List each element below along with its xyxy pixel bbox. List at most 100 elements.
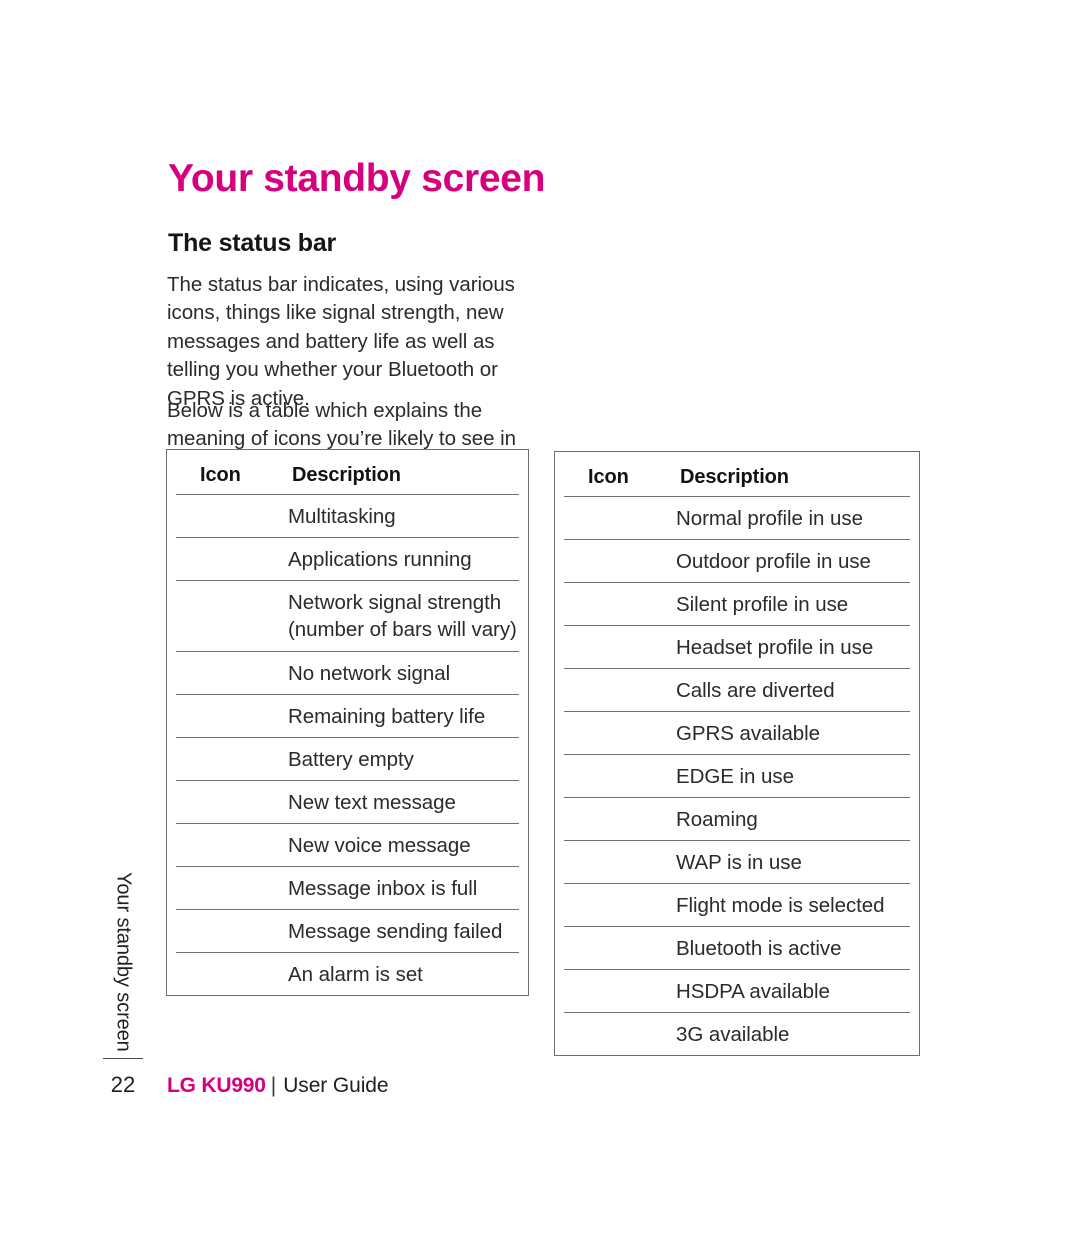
cell-description: Silent profile in use xyxy=(676,592,849,616)
hsdpa-icon xyxy=(564,970,676,1013)
page-number: 22 xyxy=(110,1072,136,1097)
table-row: Network signal strength (number of bars w… xyxy=(176,580,519,652)
table-row: Calls are diverted xyxy=(564,668,910,712)
multitasking-icon xyxy=(176,495,288,538)
silent-profile-icon xyxy=(564,583,676,626)
table-row: Silent profile in use xyxy=(564,582,910,626)
outdoor-profile-icon xyxy=(564,540,676,583)
normal-profile-icon xyxy=(564,497,676,540)
wap-icon xyxy=(564,841,676,884)
description-line-2: (number of bars will vary) xyxy=(288,618,517,641)
battery-level-icon xyxy=(176,695,288,738)
gprs-icon xyxy=(564,712,676,755)
table-row: Applications running xyxy=(176,537,519,581)
new-voice-message-icon xyxy=(176,824,288,867)
column-header-icon: Icon xyxy=(200,463,241,486)
table: Icon Description Normal profile in use Ou… xyxy=(564,452,910,1055)
table-row: GPRS available xyxy=(564,711,910,755)
applications-running-icon xyxy=(176,538,288,581)
table-row: Headset profile in use xyxy=(564,625,910,669)
inbox-full-icon xyxy=(176,867,288,910)
manual-page: Your standby screen The status bar The s… xyxy=(0,0,1080,1260)
bluetooth-icon xyxy=(564,927,676,970)
cell-description: Battery empty xyxy=(288,747,414,771)
page-title: Your standby screen xyxy=(168,157,546,201)
message-failed-icon xyxy=(176,910,288,953)
cell-description: Message sending failed xyxy=(288,919,503,943)
headset-profile-icon xyxy=(564,626,676,669)
column-header-icon: Icon xyxy=(588,465,629,488)
table-row: Roaming xyxy=(564,797,910,841)
footer-brand: LG KU990 xyxy=(167,1074,266,1097)
table-row: EDGE in use xyxy=(564,754,910,798)
table-row: Normal profile in use xyxy=(564,496,910,540)
chapter-side-tab: Your standby screen xyxy=(106,872,140,1052)
table-header-row: Icon Description xyxy=(176,450,519,495)
table-row: Battery empty xyxy=(176,737,519,781)
cell-description: Headset profile in use xyxy=(676,635,874,659)
cell-description: Network signal strength (number of bars w… xyxy=(288,581,519,652)
intro-paragraph-1: The status bar indicates, using various … xyxy=(167,272,515,410)
cell-description: Outdoor profile in use xyxy=(676,549,871,573)
new-text-message-icon xyxy=(176,781,288,824)
column-header-description: Description xyxy=(292,463,401,486)
table-row: Message sending failed xyxy=(176,909,519,953)
table-row: 3G available xyxy=(564,1012,910,1056)
edge-icon xyxy=(564,755,676,798)
cell-description: Applications running xyxy=(288,547,472,571)
table-row: No network signal xyxy=(176,651,519,695)
table-header-row: Icon Description xyxy=(564,452,910,497)
description-line-1: Network signal strength xyxy=(288,591,502,614)
cell-description: 3G available xyxy=(676,1022,790,1046)
call-divert-icon xyxy=(564,669,676,712)
flight-mode-icon xyxy=(564,884,676,927)
table-row: Multitasking xyxy=(176,494,519,538)
table-body: Multitasking Applications running Network … xyxy=(176,494,519,996)
table-row: HSDPA available xyxy=(564,969,910,1013)
cell-description: An alarm is set xyxy=(288,962,423,986)
battery-empty-icon xyxy=(176,738,288,781)
cell-description: Flight mode is selected xyxy=(676,893,885,917)
cell-description: Bluetooth is active xyxy=(676,936,842,960)
cell-description: No network signal xyxy=(288,661,451,685)
section-heading: The status bar xyxy=(168,228,337,257)
table-row: Flight mode is selected xyxy=(564,883,910,927)
table-row: Message inbox is full xyxy=(176,866,519,910)
footer-guide-label: User Guide xyxy=(283,1074,389,1097)
table-body: Normal profile in use Outdoor profile in … xyxy=(564,496,910,1056)
status-icon-table-left: Icon Description Multitasking Application… xyxy=(166,449,529,996)
table-row: New voice message xyxy=(176,823,519,867)
table-head: Icon Description xyxy=(176,450,519,495)
footer-caption: LG KU990 | User Guide xyxy=(167,1074,389,1098)
cell-description: Message inbox is full xyxy=(288,876,478,900)
table-head: Icon Description xyxy=(564,452,910,497)
column-header-description: Description xyxy=(680,465,789,488)
cell-description: Normal profile in use xyxy=(676,506,863,530)
cell-description: New voice message xyxy=(288,833,471,857)
cell-description: Multitasking xyxy=(288,504,396,528)
chapter-side-tab-label: Your standby screen xyxy=(112,872,135,1052)
cell-description: EDGE in use xyxy=(676,764,794,788)
footer-divider xyxy=(103,1058,143,1059)
footer-separator: | xyxy=(270,1074,277,1097)
table-row: Bluetooth is active xyxy=(564,926,910,970)
signal-strength-icon xyxy=(176,581,288,652)
cell-description: HSDPA available xyxy=(676,979,830,1003)
status-icon-table-right: Icon Description Normal profile in use Ou… xyxy=(554,451,920,1056)
cell-description: New text message xyxy=(288,790,456,814)
cell-description: Remaining battery life xyxy=(288,704,486,728)
table-row: Remaining battery life xyxy=(176,694,519,738)
3g-icon xyxy=(564,1013,676,1056)
cell-description: GPRS available xyxy=(676,721,821,745)
table-row: New text message xyxy=(176,780,519,824)
cell-description: WAP is in use xyxy=(676,850,802,874)
cell-description: Roaming xyxy=(676,807,758,831)
no-signal-icon xyxy=(176,652,288,695)
cell-description: Calls are diverted xyxy=(676,678,835,702)
alarm-icon xyxy=(176,953,288,996)
table-row: Outdoor profile in use xyxy=(564,539,910,583)
table-row: An alarm is set xyxy=(176,952,519,996)
roaming-icon xyxy=(564,798,676,841)
table: Icon Description Multitasking Application… xyxy=(176,450,519,995)
table-row: WAP is in use xyxy=(564,840,910,884)
